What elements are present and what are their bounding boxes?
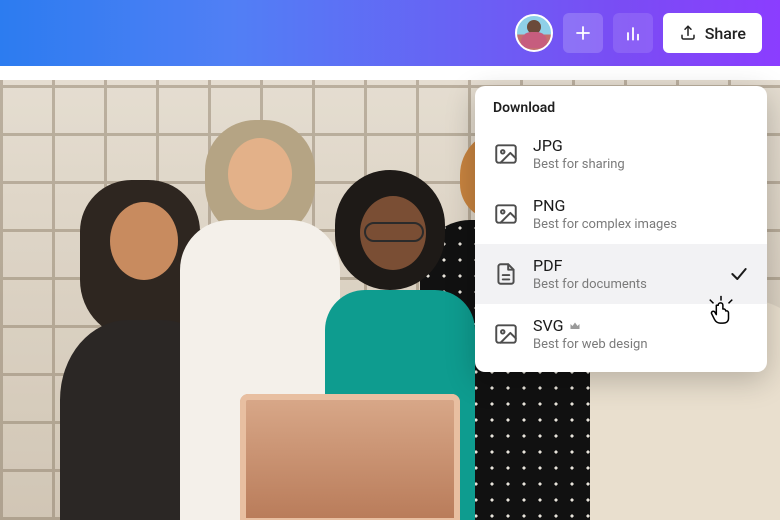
download-option-png[interactable]: PNG Best for complex images [475,184,767,244]
download-option-svg[interactable]: SVG Best for web design [475,304,767,364]
format-label: SVG [533,316,648,335]
user-avatar[interactable] [515,14,553,52]
upload-icon [679,24,697,42]
image-icon [493,321,519,347]
image-icon [493,141,519,167]
share-button-label: Share [705,24,746,43]
download-panel: Download JPG Best for sharing PNG Best f… [475,86,767,372]
analytics-button[interactable] [613,13,653,53]
bar-chart-icon [623,23,643,43]
download-panel-title: Download [475,100,767,124]
format-subtitle: Best for documents [533,277,647,292]
download-option-jpg[interactable]: JPG Best for sharing [475,124,767,184]
crown-icon [569,320,581,332]
format-subtitle: Best for sharing [533,157,625,172]
laptop-figure [240,394,460,520]
format-subtitle: Best for complex images [533,217,677,232]
secondary-bar [0,66,780,80]
document-icon [493,261,519,287]
image-icon [493,201,519,227]
format-label: PNG [533,196,677,215]
plus-icon [574,24,592,42]
download-option-pdf[interactable]: PDF Best for documents [475,244,767,304]
format-label: PDF [533,256,647,275]
check-icon [729,264,749,284]
add-button[interactable] [563,13,603,53]
format-subtitle: Best for web design [533,337,648,352]
share-button[interactable]: Share [663,13,762,53]
format-label: JPG [533,136,625,155]
topbar: Share [0,0,780,66]
